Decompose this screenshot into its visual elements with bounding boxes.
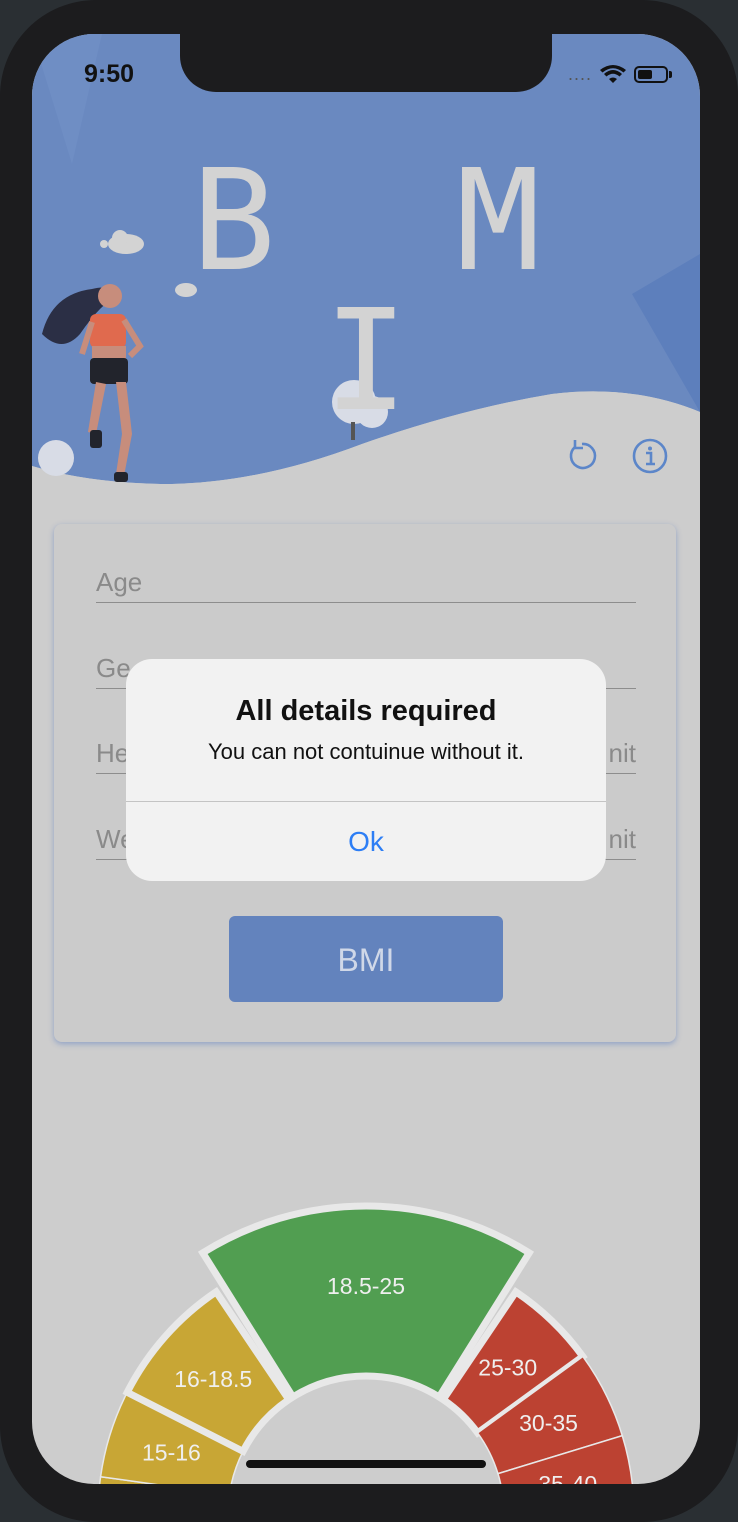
battery-tip	[669, 71, 672, 78]
wifi-icon	[600, 64, 626, 83]
calculate-bmi-button[interactable]: BMI	[229, 916, 503, 1002]
status-icons: ....	[568, 64, 672, 85]
height-label: He	[96, 738, 130, 768]
app-title: B M I	[191, 140, 589, 443]
bmi-gauge: 1515-1616-18.518.5-2525-3030-3535-40	[98, 1202, 634, 1484]
hero-banner: B M I	[32, 34, 700, 504]
alert-dialog: All details required You can not contuin…	[126, 659, 606, 881]
age-field[interactable]: Age	[96, 562, 636, 603]
signal-indicator: ....	[567, 64, 592, 84]
alert-message: You can not contuinue without it.	[208, 739, 524, 764]
alert-ok-button[interactable]: Ok	[126, 802, 606, 881]
gauge-segment-label: 18.5-25	[327, 1273, 405, 1299]
info-button[interactable]	[630, 436, 670, 476]
battery-icon	[634, 66, 668, 83]
gauge-segment-label: 30-35	[519, 1410, 578, 1436]
phone-frame: 9:50 .... B M I Age Ge He nit We nit BMI…	[0, 0, 738, 1522]
home-indicator	[246, 1460, 486, 1468]
gauge-segment-label: 35-40	[538, 1471, 597, 1484]
reset-icon	[569, 440, 597, 470]
status-time: 9:50	[84, 60, 135, 88]
reset-button[interactable]	[562, 436, 602, 476]
height-unit-selector[interactable]: nit	[609, 738, 636, 769]
device-notch	[180, 34, 552, 92]
age-label: Age	[96, 567, 143, 597]
app-screen: 9:50 .... B M I Age Ge He nit We nit BMI…	[32, 34, 700, 1484]
gauge-segment-label: 16-18.5	[174, 1366, 252, 1392]
info-icon	[632, 438, 668, 474]
weight-unit-selector[interactable]: nit	[609, 824, 636, 855]
gauge-segment-label: 25-30	[478, 1354, 537, 1380]
gauge-segment-label: 15-16	[142, 1440, 201, 1466]
alert-title: All details required	[235, 695, 497, 727]
